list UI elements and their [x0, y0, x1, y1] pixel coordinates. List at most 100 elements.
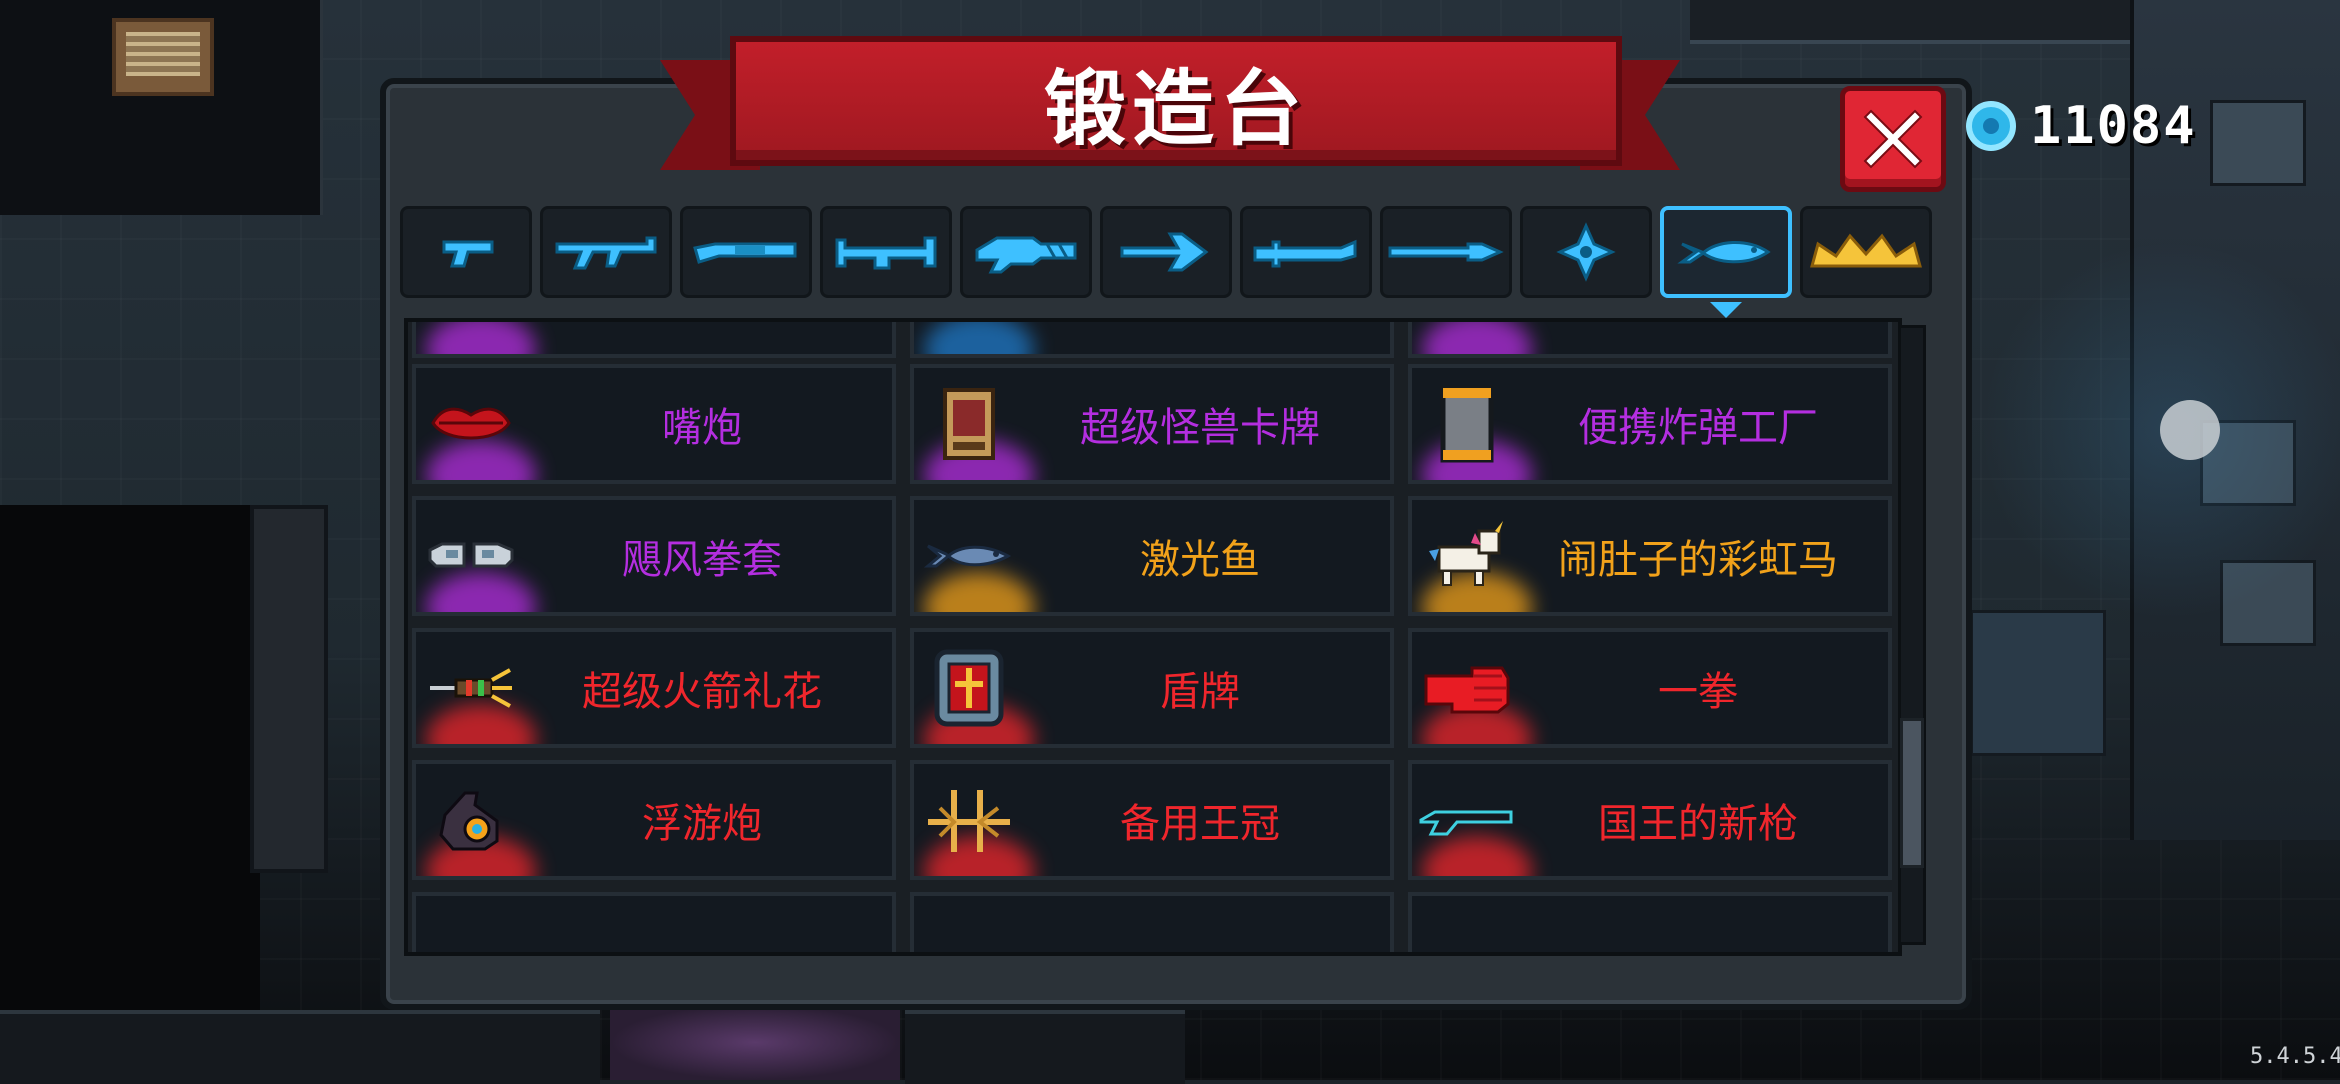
item-name: 国王的新枪 [1598, 801, 1798, 847]
close-x-icon [1863, 109, 1923, 169]
item-name: 飓风拳套 [622, 537, 782, 583]
item-cell[interactable]: 备用王冠 [910, 760, 1394, 880]
fish-weapon-icon [1677, 240, 1771, 264]
assault-rifle-icon [555, 236, 657, 270]
gem-currency: 11084 [1966, 96, 2197, 156]
item-cell[interactable]: 嘴炮 [412, 364, 896, 484]
tab-shotgun[interactable] [680, 206, 812, 298]
shield-icon [934, 649, 1004, 727]
background-dark-room [0, 505, 260, 1080]
heavy-gun-icon [835, 236, 937, 270]
fish-icon [924, 544, 1012, 568]
panel-title: 锻造台 [1043, 61, 1308, 157]
item-cell-partial[interactable] [1408, 322, 1892, 358]
potion-icon [441, 318, 501, 328]
item-name: 一拳 [1658, 669, 1738, 715]
item-icon [416, 638, 526, 738]
item-icon [914, 770, 1024, 870]
shotgun-icon [693, 242, 797, 264]
item-cell[interactable]: 超级怪兽卡牌 [910, 364, 1394, 484]
item-icon [416, 506, 526, 606]
item-cell[interactable]: 盾牌 [910, 628, 1394, 748]
gem-count: 11084 [2030, 96, 2197, 156]
lips-icon [431, 407, 511, 440]
item-cell-partial[interactable] [412, 892, 896, 952]
invisible-gun-icon [1419, 810, 1513, 836]
background-floor-bar [0, 1010, 600, 1084]
tab-shuriken[interactable] [1520, 206, 1652, 298]
laser-rifle-icon [975, 236, 1077, 274]
item-cell[interactable]: 飓风拳套 [412, 496, 896, 616]
joystick-knob[interactable] [2160, 400, 2220, 460]
item-name: 浮游炮 [642, 801, 762, 847]
item-name: 便携炸弹工厂 [1578, 405, 1818, 451]
item-row: 飓风拳套 激光鱼 闹肚子的彩虹马 [412, 496, 1892, 622]
tab-sword[interactable] [1240, 206, 1372, 298]
item-icon [1412, 770, 1522, 870]
crown-icon [1810, 233, 1922, 268]
title-banner: 锻造台 [730, 36, 1622, 166]
item-cell[interactable]: 一拳 [1408, 628, 1892, 748]
item-cell[interactable]: 闹肚子的彩虹马 [1408, 496, 1892, 616]
item-icon [416, 770, 526, 870]
pistol-icon [442, 240, 494, 268]
item-cell[interactable]: 浮游炮 [412, 760, 896, 880]
sword-icon [1253, 239, 1357, 268]
background-computer-desk [1970, 610, 2106, 756]
item-icon [1412, 638, 1522, 738]
item-list: 嘴炮 超级怪兽卡牌 便携炸弹工厂 飓风拳套 激光鱼 闹肚子的彩虹马 超级火箭礼花… [404, 318, 1902, 956]
background-top-rail [1690, 0, 2170, 44]
background-cabinet [250, 505, 328, 873]
close-button[interactable] [1840, 86, 1946, 192]
item-name: 超级火箭礼花 [582, 669, 822, 715]
unicorn-icon [1429, 521, 1503, 586]
item-cell[interactable]: 国王的新枪 [1408, 760, 1892, 880]
gloves-icon [428, 542, 514, 568]
item-name: 备用王冠 [1120, 801, 1280, 847]
item-row: 嘴炮 超级怪兽卡牌 便携炸弹工厂 [412, 364, 1892, 490]
item-icon [416, 318, 526, 348]
item-icon [1412, 506, 1522, 606]
background-crate [2210, 100, 2306, 186]
item-cell[interactable]: 激光鱼 [910, 496, 1394, 616]
bomb-factory-icon [1440, 385, 1494, 463]
item-cell-partial[interactable] [910, 892, 1394, 952]
tab-fish-weapon[interactable] [1660, 206, 1792, 298]
shuriken-icon [1556, 222, 1616, 282]
version-label: 5.4.5.4 [2250, 1044, 2340, 1069]
tab-assault-rifle[interactable] [540, 206, 672, 298]
rarity-glow [1422, 322, 1532, 354]
tab-spear[interactable] [1380, 206, 1512, 298]
item-icon [914, 506, 1024, 606]
tab-crown[interactable] [1800, 206, 1932, 298]
item-cell[interactable]: 便携炸弹工厂 [1408, 364, 1892, 484]
item-row-partial [412, 892, 1892, 952]
item-name: 超级怪兽卡牌 [1080, 405, 1320, 451]
background-portal-glow [610, 1005, 900, 1080]
tab-pistol[interactable] [400, 206, 532, 298]
rarity-glow [924, 322, 1034, 354]
item-name: 盾牌 [1160, 669, 1240, 715]
item-cell[interactable]: 超级火箭礼花 [412, 628, 896, 748]
item-cell-partial[interactable] [910, 322, 1394, 358]
item-name: 激光鱼 [1140, 537, 1260, 583]
item-cell-partial[interactable] [412, 318, 896, 358]
gem-icon [1966, 101, 2016, 151]
item-row-partial [412, 318, 1892, 364]
item-cell-partial[interactable] [1408, 892, 1892, 952]
floating-cannon-icon [439, 791, 499, 851]
item-icon [914, 374, 1024, 474]
tab-bow[interactable] [1100, 206, 1232, 298]
spear-icon [1388, 242, 1504, 262]
spare-crown-icon [928, 790, 1010, 852]
card-icon [943, 388, 995, 460]
item-row: 超级火箭礼花 盾牌 一拳 [412, 628, 1892, 754]
list-scrollbar-thumb[interactable] [1900, 718, 1924, 868]
item-icon [914, 638, 1024, 738]
tab-heavy-gun[interactable] [820, 206, 952, 298]
red-fist-icon [1424, 666, 1510, 714]
tab-laser-rifle[interactable] [960, 206, 1092, 298]
bow-icon [1120, 232, 1209, 272]
weapon-category-tabs [400, 206, 1940, 298]
item-name: 闹肚子的彩虹马 [1558, 537, 1838, 583]
